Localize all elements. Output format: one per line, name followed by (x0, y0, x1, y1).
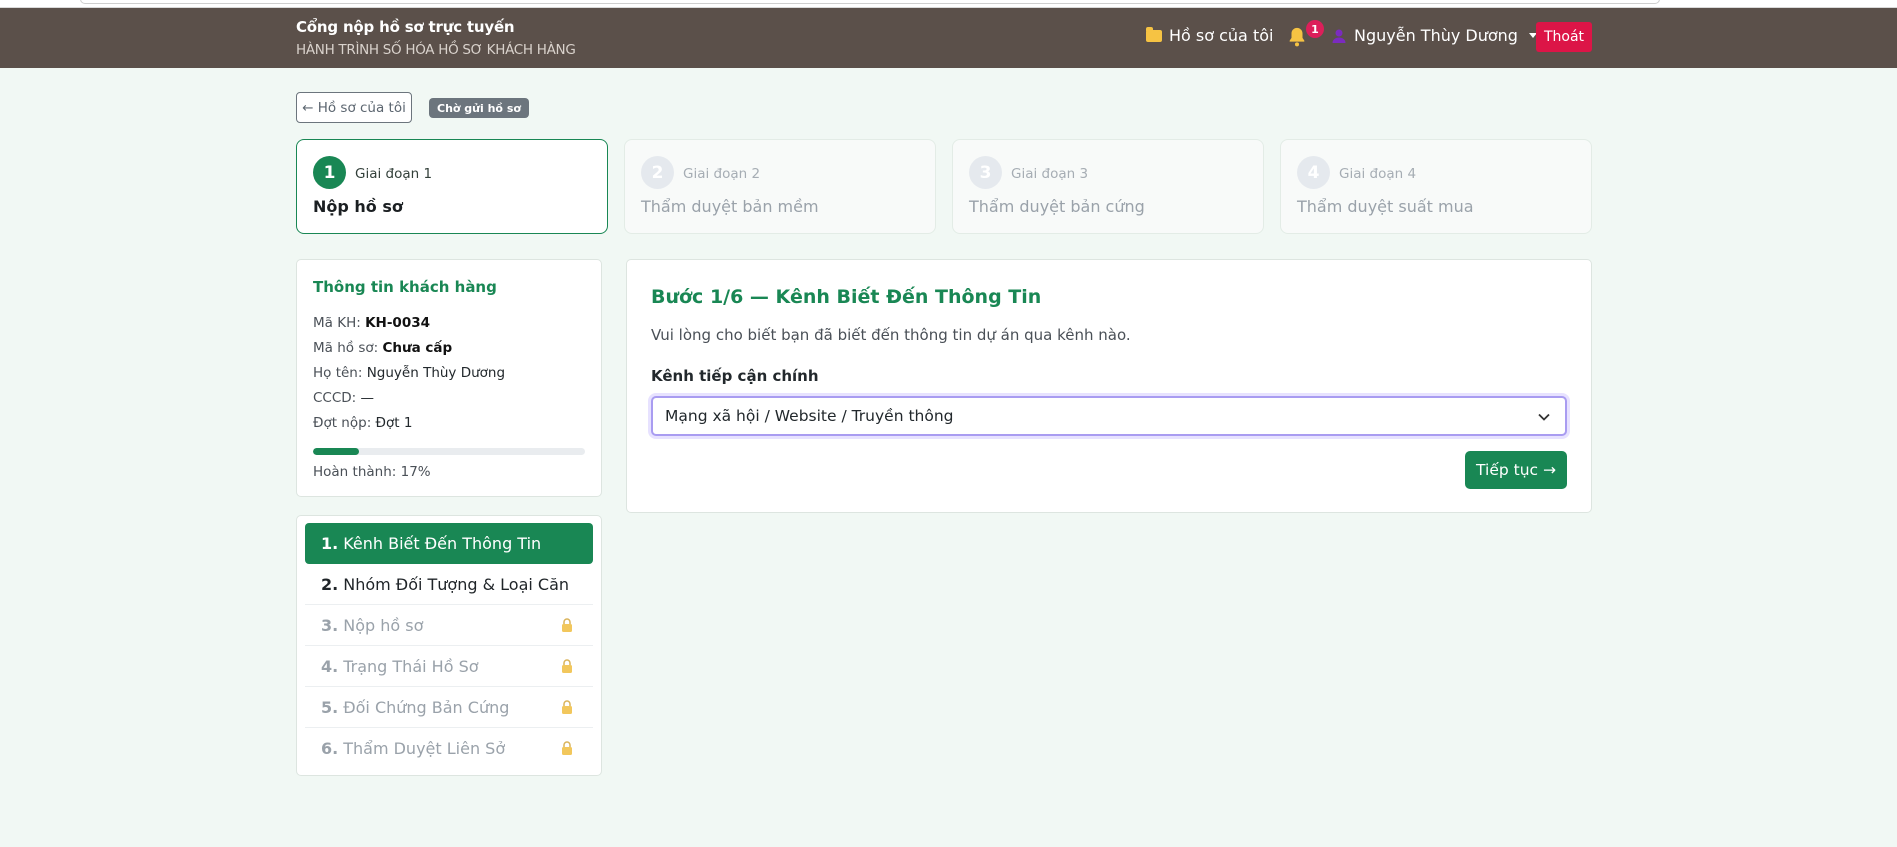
step-item-1[interactable]: 1. Kênh Biết Đến Thông Tin (305, 523, 593, 564)
stage-label: Giai đoạn 3 (1011, 166, 1089, 182)
chevron-down-icon (1538, 413, 1550, 421)
steps-list: 1. Kênh Biết Đến Thông Tin 2. Nhóm Đối Tượ… (296, 515, 602, 776)
step-item-3: 3. Nộp hồ sơ (305, 605, 593, 646)
stage-label: Giai đoạn 2 (683, 166, 761, 182)
step-number: 3. (321, 615, 339, 635)
user-name: Nguyễn Thùy Dương (1354, 26, 1518, 45)
step-number: 5. (321, 697, 339, 717)
stage-title: Thẩm duyệt bản mềm (641, 197, 819, 216)
customer-info-card: Thông tin khách hàng Mã KH: KH-0034 Mã h… (296, 259, 602, 497)
stage-label: Giai đoạn 1 (355, 166, 433, 182)
completion-progress-fill (313, 448, 360, 455)
stage-title: Thẩm duyệt bản cứng (969, 197, 1145, 216)
step-form-card: Bước 1/6 — Kênh Biết Đến Thông Tin Vui l… (626, 259, 1592, 513)
stage-title: Nộp hồ sơ (313, 197, 403, 216)
stage-card-3[interactable]: 3 Giai đoạn 3 Thẩm duyệt bản cứng (952, 139, 1264, 234)
logout-button[interactable]: Thoát (1536, 22, 1592, 52)
id-card-value: — (360, 390, 375, 406)
stage-label: Giai đoạn 4 (1339, 166, 1417, 182)
portal-subtitle: HÀNH TRÌNH SỐ HÓA HỒ SƠ KHÁCH HÀNG (296, 42, 576, 58)
notification-badge: 1 (1306, 20, 1324, 38)
channel-selected-value: Mạng xã hội / Website / Truyền thông (665, 407, 954, 425)
channel-field-label: Kênh tiếp cận chính (651, 367, 819, 385)
file-code-label: Mã hồ sơ: (313, 340, 379, 356)
stage-number: 4 (1297, 156, 1330, 189)
step-label: Thẩm Duyệt Liên Sở (343, 739, 506, 758)
stage-title: Thẩm duyệt suất mua (1297, 197, 1474, 216)
stage-number: 1 (313, 156, 346, 189)
full-name-row: Họ tên: Nguyễn Thùy Dương (313, 365, 505, 381)
step-item-5: 5. Đối Chứng Bản Cứng (305, 687, 593, 728)
id-card-row: CCCD: — (313, 390, 374, 406)
lock-icon (562, 700, 572, 714)
status-badge: Chờ gửi hồ sơ (429, 98, 529, 118)
folder-icon (1146, 26, 1162, 42)
my-files-label: Hồ sơ của tôi (1169, 26, 1274, 45)
step-label: Kênh Biết Đến Thông Tin (343, 534, 542, 553)
customer-code-label: Mã KH: (313, 315, 361, 331)
form-description: Vui lòng cho biết bạn đã biết đến thông … (651, 326, 1131, 344)
stage-card-4[interactable]: 4 Giai đoạn 4 Thẩm duyệt suất mua (1280, 139, 1592, 234)
form-heading: Bước 1/6 — Kênh Biết Đến Thông Tin (651, 286, 1042, 308)
completion-text: Hoàn thành: 17% (313, 464, 431, 480)
full-name-value: Nguyễn Thùy Dương (366, 365, 506, 381)
stage-number: 2 (641, 156, 674, 189)
customer-code-row: Mã KH: KH-0034 (313, 315, 430, 331)
channel-select[interactable]: Mạng xã hội / Website / Truyền thông (651, 396, 1567, 436)
back-button[interactable]: ← Hồ sơ của tôi (296, 92, 412, 123)
user-menu[interactable]: Nguyễn Thùy Dương (1331, 26, 1537, 45)
continue-button[interactable]: Tiếp tục → (1465, 451, 1567, 489)
id-card-label: CCCD: (313, 390, 357, 406)
file-code-value: Chưa cấp (382, 340, 453, 356)
customer-code-value: KH-0034 (365, 315, 430, 331)
completion-progress-bar (313, 448, 585, 455)
top-navbar: Cổng nộp hồ sơ trực tuyến HÀNH TRÌNH SỐ … (0, 8, 1897, 68)
submission-round-value: Đợt 1 (375, 415, 413, 431)
stage-number: 3 (969, 156, 1002, 189)
user-icon (1332, 29, 1346, 43)
submission-round-label: Đợt nộp: (313, 415, 372, 431)
lock-icon (562, 741, 572, 755)
step-number: 2. (321, 574, 339, 594)
step-label: Trạng Thái Hồ Sơ (343, 656, 479, 676)
portal-title: Cổng nộp hồ sơ trực tuyến (296, 18, 515, 36)
customer-info-title: Thông tin khách hàng (313, 278, 497, 296)
step-item-2[interactable]: 2. Nhóm Đối Tượng & Loại Căn (305, 564, 593, 605)
stage-card-1[interactable]: 1 Giai đoạn 1 Nộp hồ sơ (296, 139, 608, 234)
browser-top-strip (0, 0, 1897, 8)
step-label: Đối Chứng Bản Cứng (343, 697, 510, 717)
bell-icon[interactable] (1286, 26, 1308, 48)
my-files-link[interactable]: Hồ sơ của tôi (1146, 26, 1273, 45)
submission-round-row: Đợt nộp: Đợt 1 (313, 415, 412, 431)
step-label: Nộp hồ sơ (343, 615, 424, 635)
file-code-row: Mã hồ sơ: Chưa cấp (313, 340, 452, 356)
step-number: 6. (321, 739, 339, 758)
step-item-6: 6. Thẩm Duyệt Liên Sở (305, 728, 593, 769)
step-item-4: 4. Trạng Thái Hồ Sơ (305, 646, 593, 687)
step-number: 1. (321, 534, 339, 553)
lock-icon (562, 659, 572, 673)
stage-card-2[interactable]: 2 Giai đoạn 2 Thẩm duyệt bản mềm (624, 139, 936, 234)
lock-icon (562, 618, 572, 632)
full-name-label: Họ tên: (313, 365, 363, 381)
browser-address-bar (80, 0, 1660, 4)
step-label: Nhóm Đối Tượng & Loại Căn (343, 574, 570, 594)
step-number: 4. (321, 656, 339, 676)
